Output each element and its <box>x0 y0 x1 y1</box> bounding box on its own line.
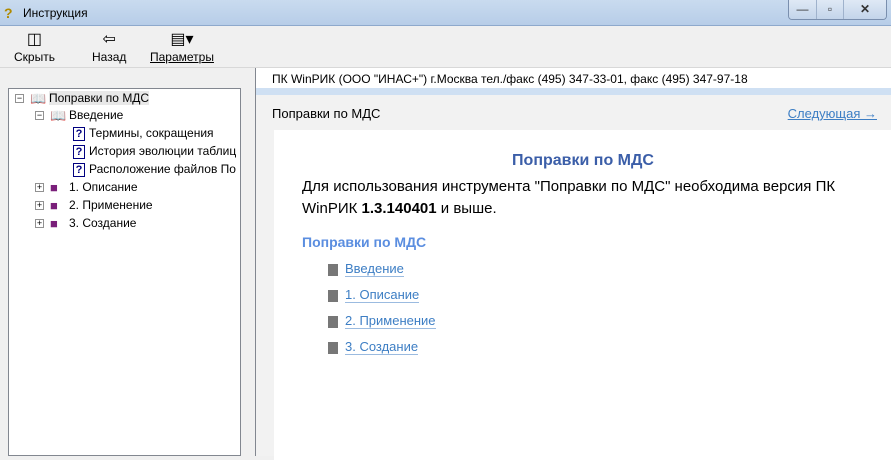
tree-label: Поправки по МДС <box>49 91 150 105</box>
tree-label: Расположение файлов По <box>89 162 236 176</box>
list-item: Введение <box>328 261 404 277</box>
tree-node[interactable]: − 📖 Введение <box>35 106 123 124</box>
contents-tree: − 📖 Поправки по МДС − 📖 Введение ? Термины, с… <box>8 88 241 456</box>
closed-book-icon: ■ <box>50 197 58 213</box>
help-page-icon: ? <box>73 126 85 141</box>
content-pane: ПК WinРИК (ООО "ИНАС+") г.Москва тел./фа… <box>255 68 891 460</box>
tree-node[interactable]: ? История эволюции таблиц <box>73 142 236 160</box>
toolbar: ◫ Скрыть ⇦ Назад ▤▾ Параметры <box>0 26 891 68</box>
hide-pane-icon: ◫ <box>26 31 43 48</box>
closed-book-icon: ■ <box>50 179 58 195</box>
next-link[interactable]: Следующая → <box>788 106 877 121</box>
expand-toggle[interactable]: + <box>35 201 44 211</box>
expand-toggle[interactable]: + <box>35 183 44 193</box>
link-creation[interactable]: 3. Создание <box>345 339 419 355</box>
options-icon: ▤▾ <box>170 31 194 48</box>
tree-label: 1. Описание <box>69 180 138 194</box>
options-button[interactable]: ▤▾ Параметры <box>150 30 214 64</box>
version: 1.3.140401 <box>361 200 437 217</box>
back-label: Назад <box>92 50 127 64</box>
title-bar: ? Инструкция — ▫ ✕ <box>0 0 891 26</box>
tree-label: Введение <box>69 108 124 122</box>
section-heading: Поправки по МДС <box>302 234 427 250</box>
back-arrow-icon: ⇦ <box>102 31 116 48</box>
maximize-button[interactable]: ▫ <box>816 0 843 19</box>
link-description[interactable]: 1. Описание <box>345 287 420 303</box>
help-app-icon: ? <box>4 5 13 21</box>
topic-title: Поправки по МДС <box>512 152 654 169</box>
company-header: ПК WinРИК (ООО "ИНАС+") г.Москва тел./фа… <box>256 68 891 95</box>
tree-label: 3. Создание <box>69 216 137 230</box>
tree-node[interactable]: ? Расположение файлов По <box>73 160 236 178</box>
text-after: и выше. <box>436 200 497 217</box>
hide-button[interactable]: ◫ Скрыть <box>14 30 55 64</box>
collapse-toggle[interactable]: − <box>15 94 24 104</box>
topic-nav-title: Поправки по МДС <box>272 106 381 121</box>
link-intro[interactable]: Введение <box>345 261 404 277</box>
tree-label: История эволюции таблиц <box>89 144 237 158</box>
open-book-icon: 📖 <box>50 107 67 123</box>
tree-label: Термины, сокращения <box>89 126 214 140</box>
minimize-button[interactable]: — <box>789 0 816 19</box>
expand-toggle[interactable]: + <box>35 219 44 229</box>
window-title: Инструкция <box>23 6 88 20</box>
topic-body: Поправки по МДС Для использования инстру… <box>274 130 891 460</box>
tree-node[interactable]: + ■ 1. Описание <box>35 178 138 196</box>
tree-node[interactable]: + ■ 2. Применение <box>35 196 153 214</box>
collapse-toggle[interactable]: − <box>35 111 44 121</box>
pane-splitter[interactable] <box>241 68 255 456</box>
page-icon <box>328 263 338 276</box>
tree-node[interactable]: + ■ 3. Создание <box>35 214 136 232</box>
list-item: 2. Применение <box>328 313 436 329</box>
hide-label: Скрыть <box>14 50 55 64</box>
back-button[interactable]: ⇦ Назад <box>92 30 126 64</box>
close-button[interactable]: ✕ <box>843 0 886 19</box>
list-item: 1. Описание <box>328 287 420 303</box>
tree-label: 2. Применение <box>69 198 153 212</box>
topic-text: Для использования инструмента "Поправки … <box>302 176 862 220</box>
closed-book-icon: ■ <box>50 215 58 231</box>
page-icon <box>328 289 338 302</box>
help-page-icon: ? <box>73 162 85 177</box>
list-item: 3. Создание <box>328 339 419 355</box>
tree-node[interactable]: − 📖 Поправки по МДС <box>15 89 150 107</box>
page-icon <box>328 341 338 354</box>
options-label: Параметры <box>150 50 214 64</box>
link-usage[interactable]: 2. Применение <box>345 313 436 329</box>
page-icon <box>328 315 338 328</box>
help-page-icon: ? <box>73 144 85 159</box>
tree-node[interactable]: ? Термины, сокращения <box>73 124 214 142</box>
